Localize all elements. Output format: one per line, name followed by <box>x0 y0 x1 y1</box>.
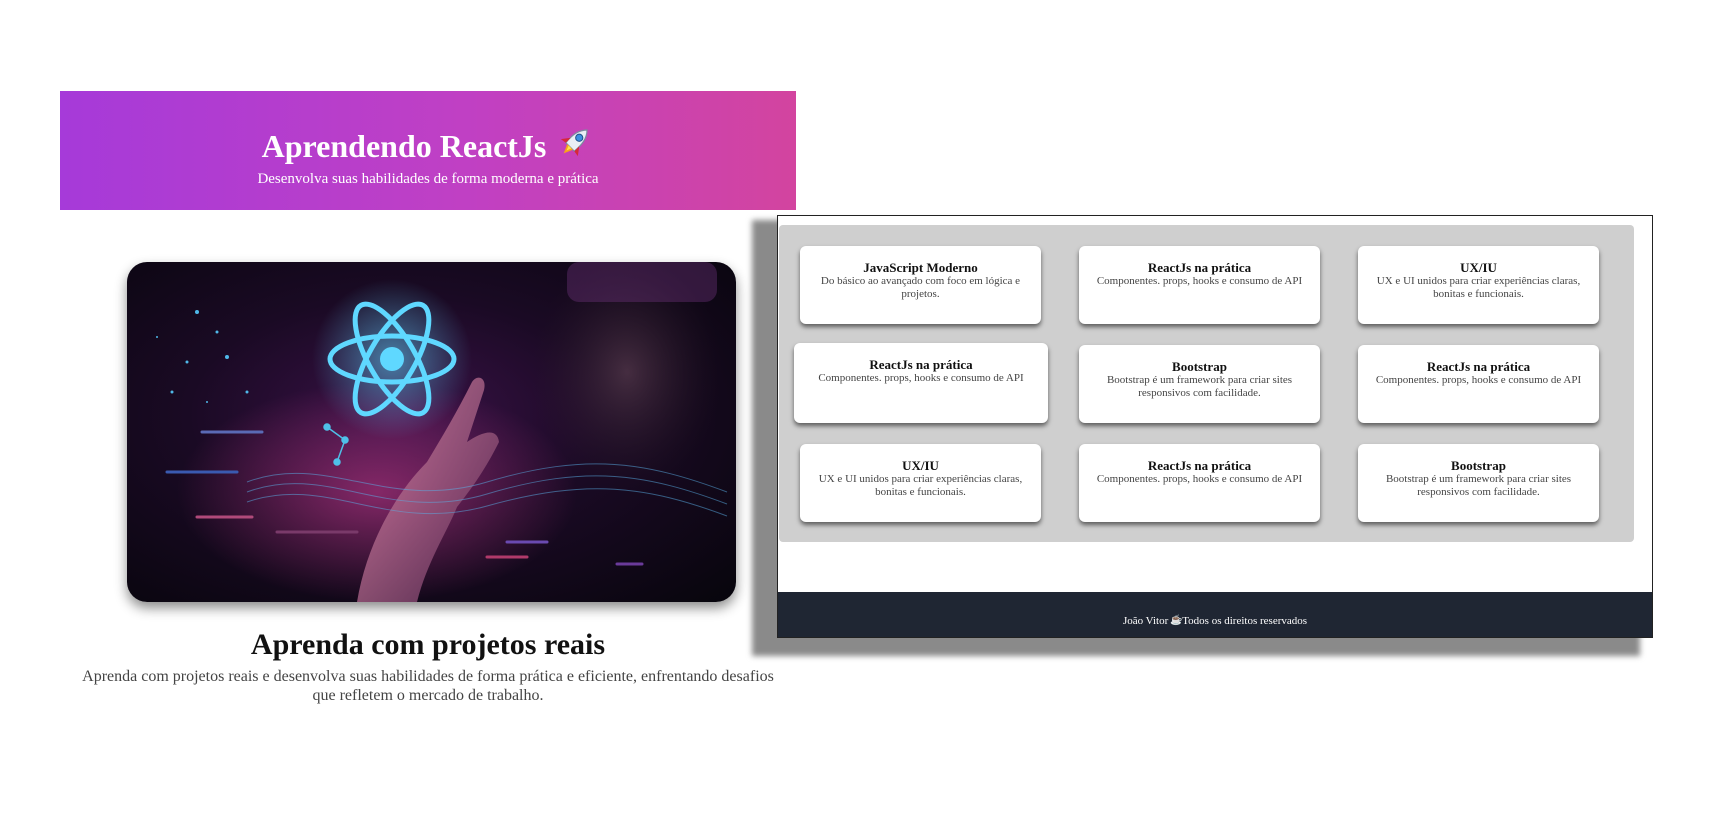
course-card[interactable]: Bootstrap Bootstrap é um framework para … <box>1358 444 1599 522</box>
course-card-description: Componentes. props, hooks e consumo de A… <box>818 372 1024 384</box>
course-card-title: ReactJs na prática <box>1147 260 1252 275</box>
course-card-description: UX e UI unidos para criar experiências c… <box>818 473 1023 498</box>
course-card-description: Bootstrap é um framework para criar site… <box>1106 374 1293 399</box>
footer-rights: Todos os direitos reservados <box>1182 614 1308 627</box>
header-title: Aprendendo ReactJs <box>261 127 547 164</box>
course-card-title: UX/IU <box>1460 260 1497 275</box>
course-card[interactable]: JavaScript Moderno Do básico ao avançado… <box>800 246 1041 324</box>
courses-panel: JavaScript Moderno Do básico ao avançado… <box>777 215 1653 638</box>
course-card-title: ReactJs na prática <box>1426 359 1531 374</box>
course-card-description: Componentes. props, hooks e consumo de A… <box>1096 275 1303 287</box>
courses-grid: JavaScript Moderno Do básico ao avançado… <box>779 225 1634 542</box>
course-card-title: Bootstrap <box>1451 458 1506 473</box>
footer-author: João Vitor <box>1122 614 1169 627</box>
hero-image <box>127 262 736 602</box>
course-card[interactable]: UX/IU UX e UI unidos para criar experiên… <box>1358 246 1599 324</box>
header-banner: Aprendendo ReactJs Desenvolva suas habil… <box>60 91 796 210</box>
course-card-description: UX e UI unidos para criar experiências c… <box>1376 275 1581 300</box>
course-card-title: Bootstrap <box>1172 359 1227 374</box>
course-card-title: ReactJs na prática <box>1147 458 1252 473</box>
course-card-title: ReactJs na prática <box>869 357 973 372</box>
course-card-description: Do básico ao avançado com foco em lógica… <box>820 275 1021 300</box>
hero-title: Aprenda com projetos reais <box>250 628 606 661</box>
course-card-description: Componentes. props, hooks e consumo de A… <box>1375 374 1582 386</box>
course-card[interactable]: Bootstrap Bootstrap é um framework para … <box>1079 345 1320 423</box>
course-card-title: JavaScript Moderno <box>863 260 978 275</box>
course-card-description: Bootstrap é um framework para criar site… <box>1385 473 1572 498</box>
course-card[interactable]: ReactJs na prática Componentes. props, h… <box>794 343 1048 423</box>
header-title-row: Aprendendo ReactJs <box>60 123 796 168</box>
course-card-title: UX/IU <box>902 458 939 473</box>
course-card[interactable]: ReactJs na prática Componentes. props, h… <box>1079 444 1320 522</box>
footer: João Vitor ☕ Todos os direitos reservado… <box>778 592 1652 637</box>
header-subtitle: Desenvolva suas habilidades de forma mod… <box>257 171 599 187</box>
course-card[interactable]: UX/IU UX e UI unidos para criar experiên… <box>800 444 1041 522</box>
course-card[interactable]: ReactJs na prática Componentes. props, h… <box>1358 345 1599 423</box>
page: Aprendendo ReactJs Desenvolva suas habil… <box>0 0 1716 840</box>
mug-icon: ☕ <box>1170 614 1183 626</box>
rocket-icon <box>556 123 594 168</box>
course-card[interactable]: ReactJs na prática Componentes. props, h… <box>1079 246 1320 324</box>
hero-text: Aprenda com projetos reais e desenvolva … <box>82 668 774 704</box>
course-card-description: Componentes. props, hooks e consumo de A… <box>1096 473 1303 485</box>
